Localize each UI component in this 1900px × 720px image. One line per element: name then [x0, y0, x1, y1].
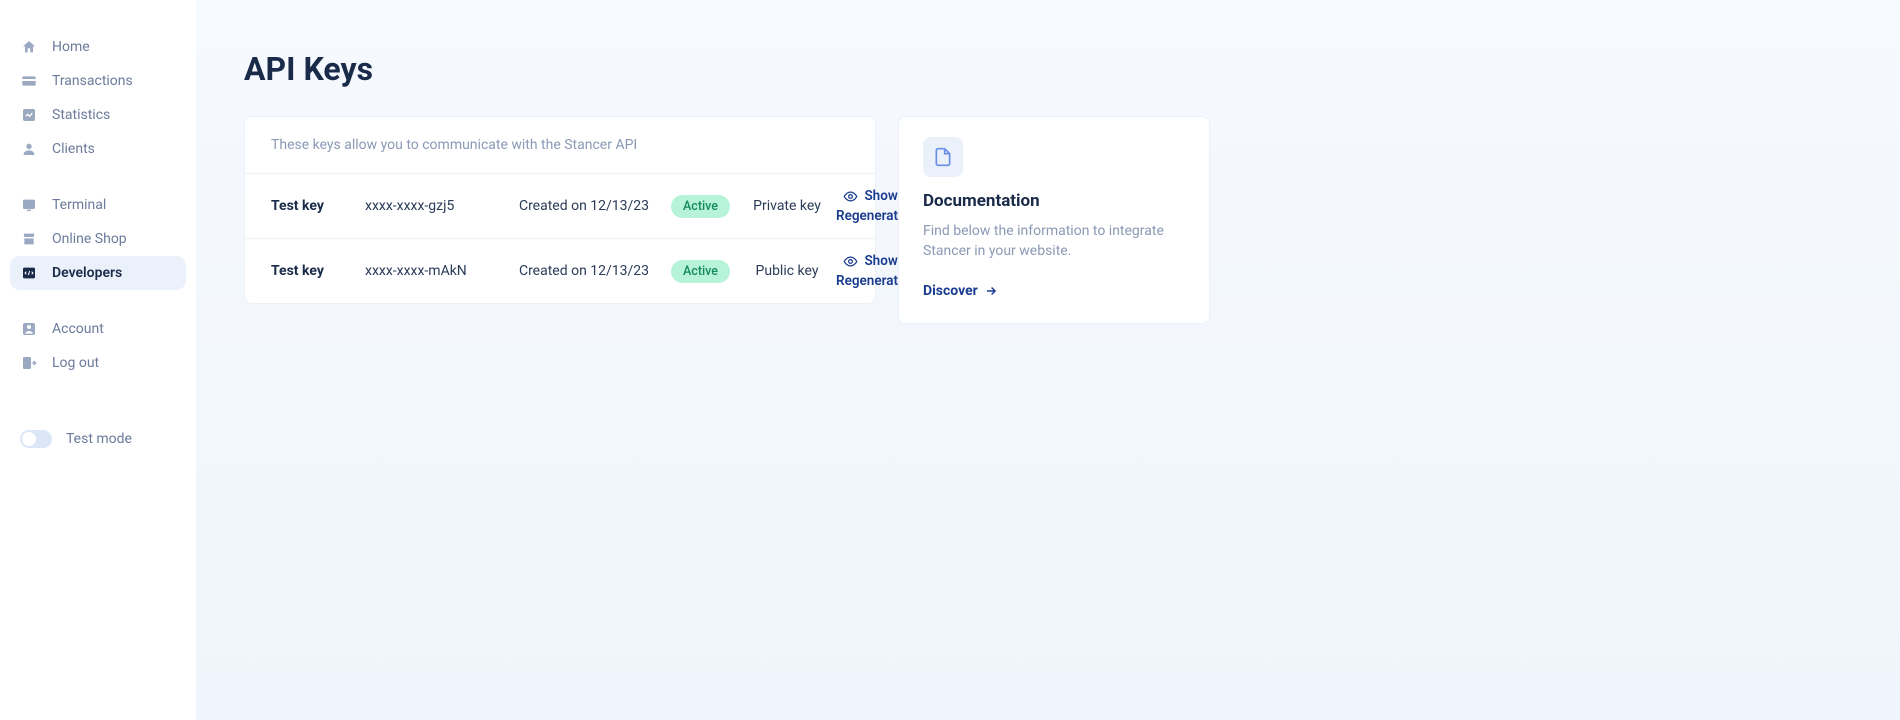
- api-keys-table: Test key xxxx-xxxx-gzj5 Created on 12/13…: [245, 174, 875, 303]
- nav-group-account: Account Log out: [10, 312, 186, 380]
- code-icon: [20, 264, 38, 282]
- show-button[interactable]: Show: [843, 253, 897, 269]
- sidebar-item-home[interactable]: Home: [10, 30, 186, 64]
- show-label: Show: [864, 188, 897, 204]
- sidebar-item-label: Home: [52, 39, 90, 55]
- documentation-card: Documentation Find below the information…: [898, 116, 1210, 324]
- key-masked: xxxx-xxxx-gzj5: [365, 198, 505, 214]
- content-row: These keys allow you to communicate with…: [244, 116, 1852, 324]
- test-mode-label: Test mode: [66, 431, 132, 447]
- key-type: Public key: [742, 263, 832, 279]
- nav-group-products: Terminal Online Shop Developers: [10, 188, 186, 290]
- sidebar-item-label: Log out: [52, 355, 99, 371]
- status-badge: Active: [671, 195, 730, 218]
- sidebar-item-account[interactable]: Account: [10, 312, 186, 346]
- sidebar: Home Transactions Statistics Clients: [0, 0, 196, 720]
- home-icon: [20, 38, 38, 56]
- key-actions: Show Regenerate: [836, 188, 905, 224]
- key-label: Test key: [271, 263, 361, 279]
- user-icon: [20, 140, 38, 158]
- sidebar-item-terminal[interactable]: Terminal: [10, 188, 186, 222]
- eye-icon: [843, 254, 858, 269]
- sidebar-item-statistics[interactable]: Statistics: [10, 98, 186, 132]
- arrow-right-icon: [984, 284, 998, 298]
- documentation-description: Find below the information to integrate …: [923, 221, 1185, 262]
- sidebar-item-label: Transactions: [52, 73, 133, 89]
- shop-icon: [20, 230, 38, 248]
- regenerate-button[interactable]: Regenerate: [836, 208, 905, 224]
- sidebar-item-label: Clients: [52, 141, 95, 157]
- logout-icon: [20, 354, 38, 372]
- sidebar-item-online-shop[interactable]: Online Shop: [10, 222, 186, 256]
- sidebar-item-label: Account: [52, 321, 104, 337]
- page-title: API Keys: [244, 50, 1852, 88]
- show-button[interactable]: Show: [843, 188, 897, 204]
- key-created: Created on 12/13/23: [509, 263, 659, 279]
- discover-link[interactable]: Discover: [923, 283, 998, 299]
- sidebar-item-label: Developers: [52, 265, 122, 281]
- discover-label: Discover: [923, 283, 978, 299]
- key-actions: Show Regenerate: [836, 253, 905, 289]
- terminal-icon: [20, 196, 38, 214]
- sidebar-item-label: Terminal: [52, 197, 106, 213]
- key-type: Private key: [742, 198, 832, 214]
- sidebar-item-clients[interactable]: Clients: [10, 132, 186, 166]
- sidebar-item-transactions[interactable]: Transactions: [10, 64, 186, 98]
- key-label: Test key: [271, 198, 361, 214]
- eye-icon: [843, 189, 858, 204]
- card-icon: [20, 72, 38, 90]
- api-keys-card: These keys allow you to communicate with…: [244, 116, 876, 304]
- test-mode-row: Test mode: [10, 422, 186, 456]
- table-row: Test key xxxx-xxxx-gzj5 Created on 12/13…: [245, 174, 875, 239]
- key-masked: xxxx-xxxx-mAkN: [365, 263, 505, 279]
- sidebar-item-label: Online Shop: [52, 231, 127, 247]
- test-mode-toggle[interactable]: [20, 430, 52, 448]
- sidebar-item-developers[interactable]: Developers: [10, 256, 186, 290]
- sidebar-item-logout[interactable]: Log out: [10, 346, 186, 380]
- show-label: Show: [864, 253, 897, 269]
- account-icon: [20, 320, 38, 338]
- documentation-title: Documentation: [923, 191, 1185, 211]
- document-icon: [923, 137, 963, 177]
- chart-icon: [20, 106, 38, 124]
- status-badge: Active: [671, 260, 730, 283]
- table-row: Test key xxxx-xxxx-mAkN Created on 12/13…: [245, 239, 875, 303]
- regenerate-button[interactable]: Regenerate: [836, 273, 905, 289]
- main-content: API Keys These keys allow you to communi…: [196, 0, 1900, 720]
- key-created: Created on 12/13/23: [509, 198, 659, 214]
- api-keys-description: These keys allow you to communicate with…: [245, 117, 875, 174]
- sidebar-item-label: Statistics: [52, 107, 110, 123]
- nav-group-main: Home Transactions Statistics Clients: [10, 30, 186, 166]
